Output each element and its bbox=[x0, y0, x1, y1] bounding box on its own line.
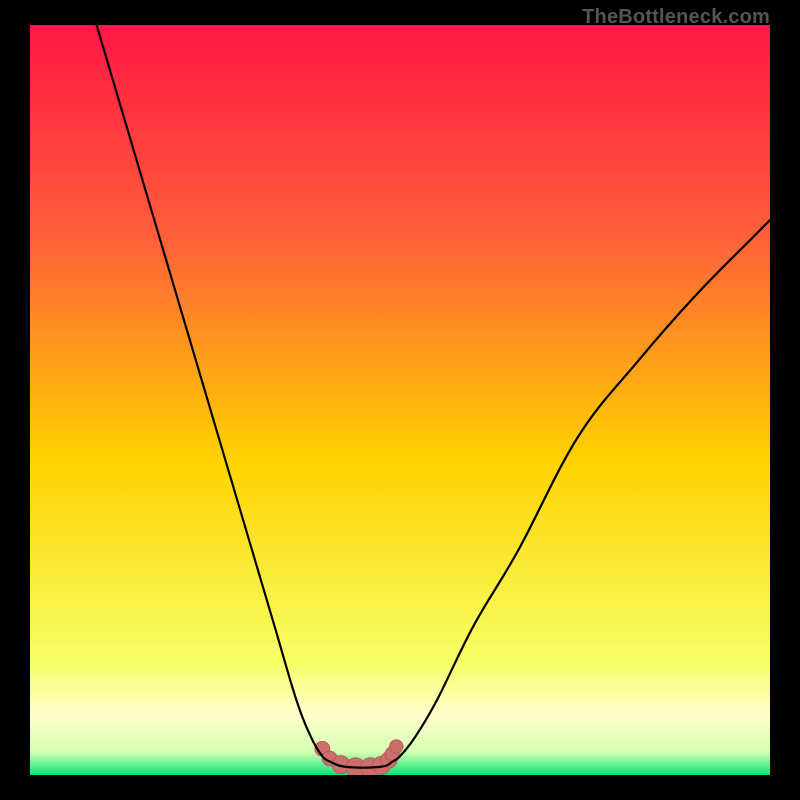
valley-marker-dot bbox=[390, 740, 403, 753]
gradient-background bbox=[30, 25, 770, 775]
plot-svg bbox=[30, 25, 770, 775]
plot-area bbox=[30, 25, 770, 775]
outer-frame: TheBottleneck.com bbox=[0, 0, 800, 800]
watermark-text: TheBottleneck.com bbox=[582, 6, 770, 29]
